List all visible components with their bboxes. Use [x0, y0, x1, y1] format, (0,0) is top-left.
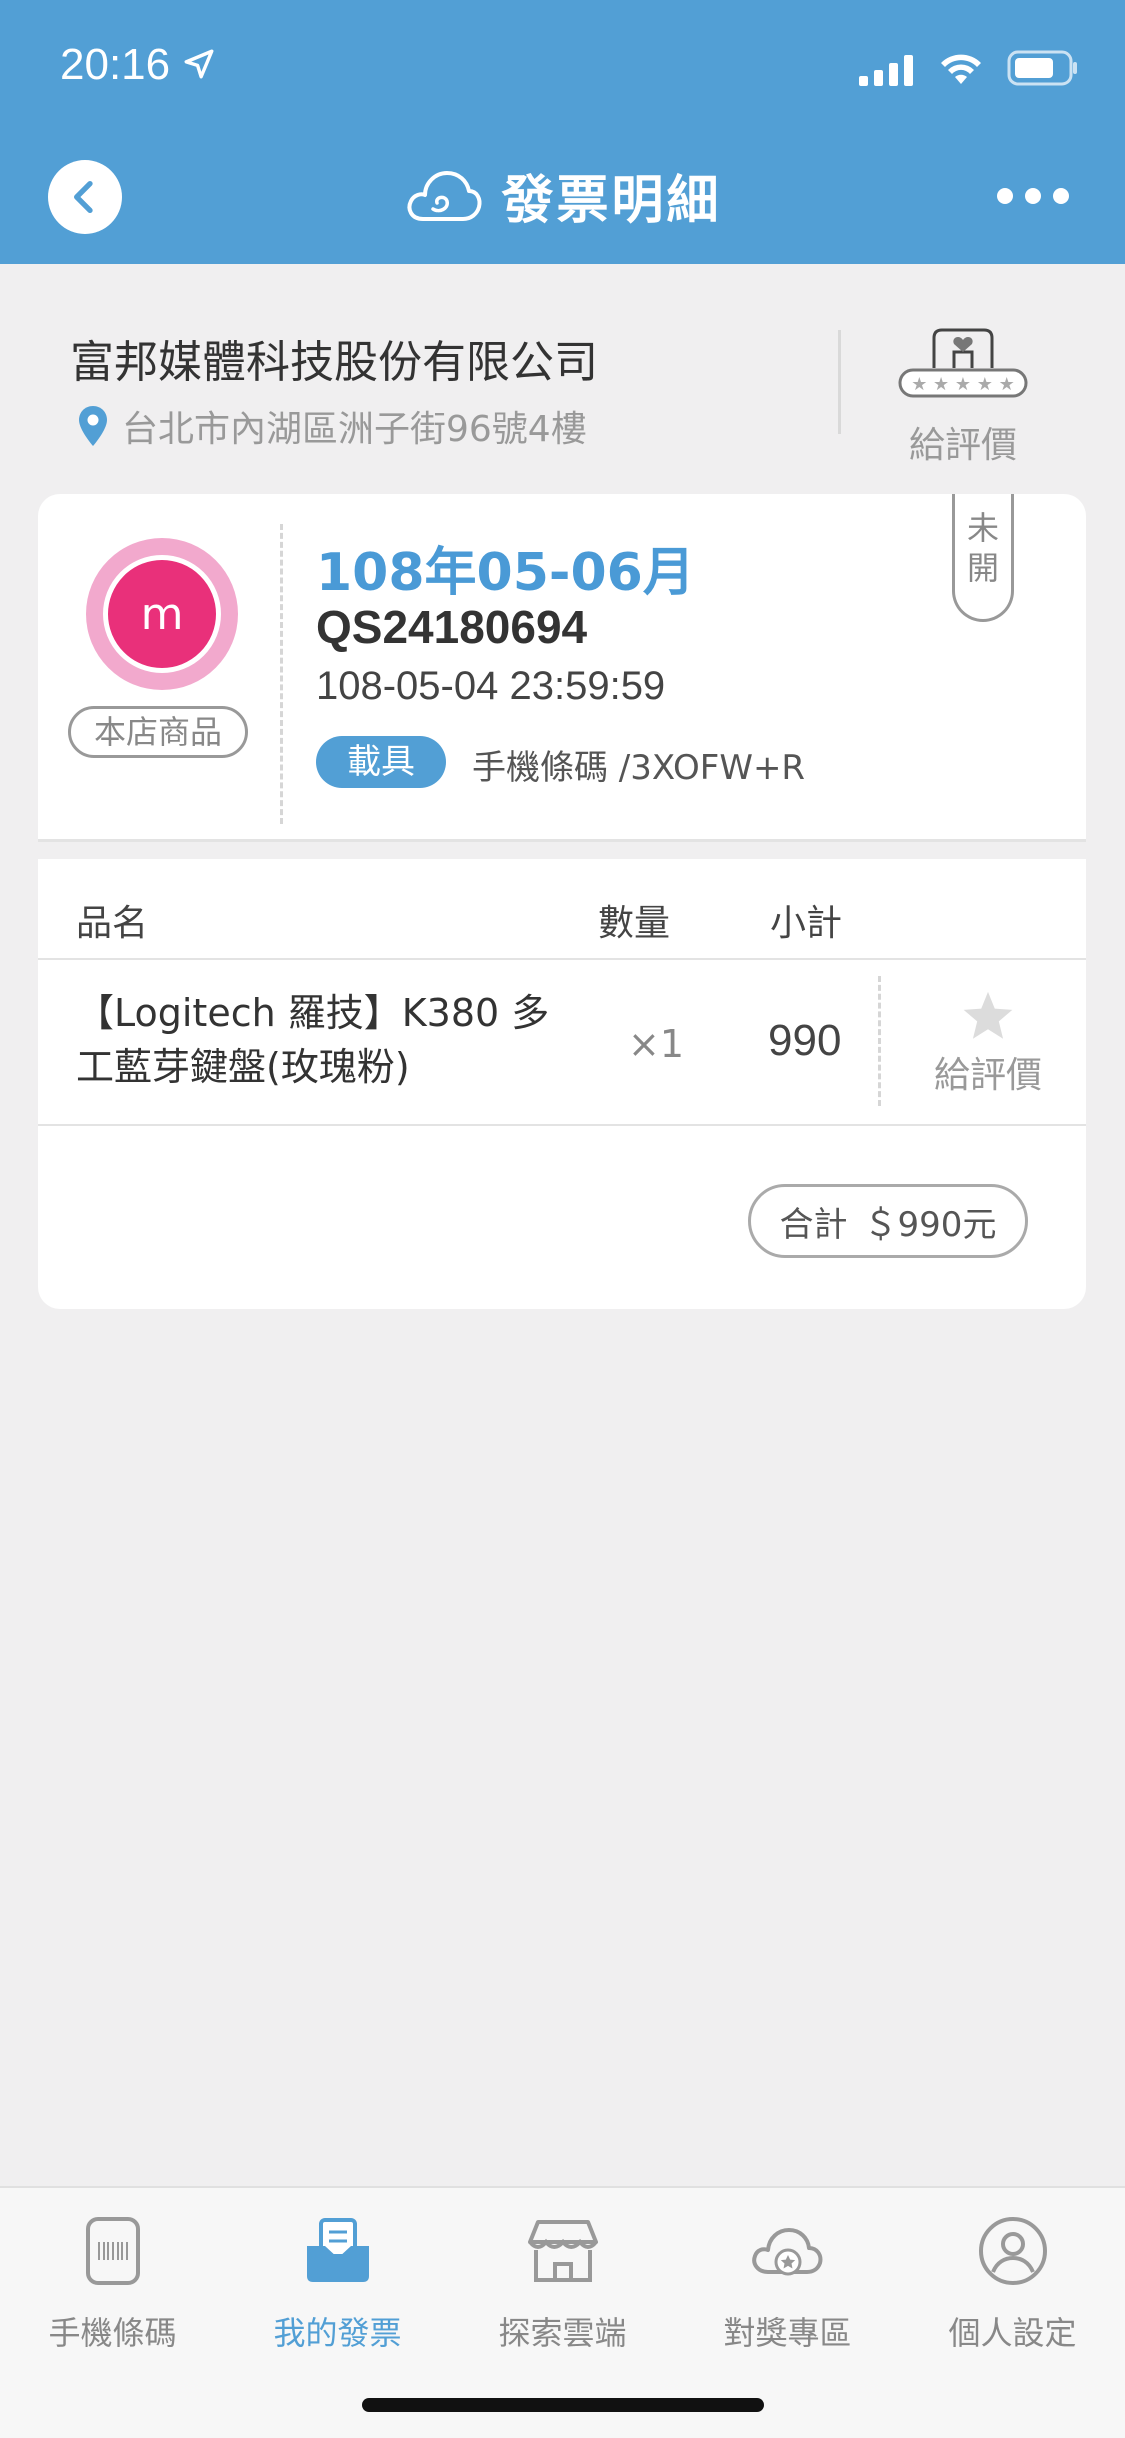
tab-label: 探索雲端 [498, 2314, 627, 2352]
invoice-datetime: 108-05-04 23:59:59 [316, 664, 666, 708]
user-icon [978, 2217, 1047, 2285]
tab-label: 我的發票 [273, 2314, 402, 2352]
section-separator [38, 839, 1086, 859]
store-address[interactable]: 台北市內湖區洲子街96號4樓 [78, 400, 587, 452]
wifi-icon [941, 54, 981, 84]
more-options-button[interactable] [997, 188, 1069, 204]
invoice-period: 108年05-06月 [316, 543, 695, 603]
page-title: 發票明細 [501, 171, 722, 231]
tab-settings[interactable]: 個人設定 [900, 2212, 1125, 2354]
total-label: 合計 [779, 1204, 848, 1245]
more-dot-icon [997, 188, 1013, 204]
total-value: ＄990元 [863, 1204, 997, 1245]
rate-item-label: 給評價 [933, 1055, 1042, 1096]
invoice-summary: m 本店商品 108年05-06月 QS24180694 108-05-04 2… [38, 494, 1086, 839]
header-title-group: 發票明細 [0, 158, 1125, 233]
phone-barcode-icon [85, 2217, 140, 2285]
status-time-text: 20:16 [60, 40, 171, 89]
store-avatar: m [86, 538, 238, 690]
rate-store-label: 給評價 [908, 425, 1017, 466]
avatar-letter: m [103, 555, 221, 673]
status-icons [859, 50, 1079, 86]
invoice-inbox-icon [306, 2218, 369, 2282]
divider [38, 958, 1086, 960]
tab-explore-cloud[interactable]: 探索雲端 [450, 2212, 675, 2354]
location-pin-icon [79, 406, 107, 446]
rate-item-button[interactable]: 給評價 [918, 990, 1058, 1098]
more-dot-icon [1053, 188, 1069, 204]
divider [838, 330, 841, 434]
rate-store-icon: ★ ★ ★ ★ ★ [898, 328, 1028, 398]
store-products-button[interactable]: 本店商品 [68, 706, 248, 758]
invoice-card: m 本店商品 108年05-06月 QS24180694 108-05-04 2… [38, 494, 1086, 1309]
star-icon [963, 991, 1013, 1039]
dashed-divider [280, 524, 283, 824]
item-name: 【Logitech 羅技】K380 多 工藍芽鍵盤(玫瑰粉) [76, 986, 616, 1094]
cloud-star-icon [751, 2228, 822, 2276]
carrier-badge: 載具 [316, 736, 446, 788]
item-qty: ×1 [628, 1022, 685, 1066]
status-time: 20:16 [60, 40, 216, 90]
item-name-line2: 工藍芽鍵盤(玫瑰粉) [76, 1045, 410, 1089]
item-subtotal: 990 [768, 1016, 842, 1065]
column-header-qty: 數量 [598, 903, 671, 944]
rate-store-button[interactable]: ★ ★ ★ ★ ★ 給評價 [890, 322, 1036, 468]
tab-my-invoices[interactable]: 我的發票 [225, 2212, 450, 2354]
divider [38, 1124, 1086, 1126]
prize-status-tag: 未 開 [952, 494, 1014, 622]
more-dot-icon [1025, 188, 1041, 204]
tab-label: 手機條碼 [48, 2314, 177, 2352]
prize-status-line2: 開 [966, 549, 999, 587]
header-bar: 20:16 發票明細 [0, 0, 1125, 264]
item-name-line1: 【Logitech 羅技】K380 多 [76, 991, 550, 1035]
home-indicator [362, 2398, 764, 2412]
column-header-subtotal: 小計 [770, 903, 843, 944]
total-amount: 合計 ＄990元 [748, 1184, 1028, 1258]
prize-status-line1: 未 [966, 509, 999, 547]
store-address-text: 台北市內湖區洲子街96號4樓 [122, 409, 587, 450]
store-icon [527, 2220, 598, 2282]
signal-icon [859, 55, 913, 86]
svg-text:★ ★ ★ ★ ★: ★ ★ ★ ★ ★ [911, 374, 1015, 395]
tab-label: 個人設定 [948, 2314, 1077, 2352]
tab-label: 對獎專區 [723, 2314, 852, 2352]
tab-phone-barcode[interactable]: 手機條碼 [0, 2212, 225, 2354]
cloud-logo-icon [407, 170, 482, 221]
tab-lottery[interactable]: 對獎專區 [675, 2212, 900, 2354]
column-header-name: 品名 [76, 903, 149, 944]
dashed-divider [878, 976, 881, 1106]
battery-icon [1007, 50, 1077, 86]
invoice-number: QS24180694 [316, 601, 588, 653]
carrier-value: 手機條碼 /3XOFW+R [472, 748, 806, 788]
location-arrow-icon [184, 49, 214, 79]
store-name: 富邦媒體科技股份有限公司 [70, 337, 598, 388]
